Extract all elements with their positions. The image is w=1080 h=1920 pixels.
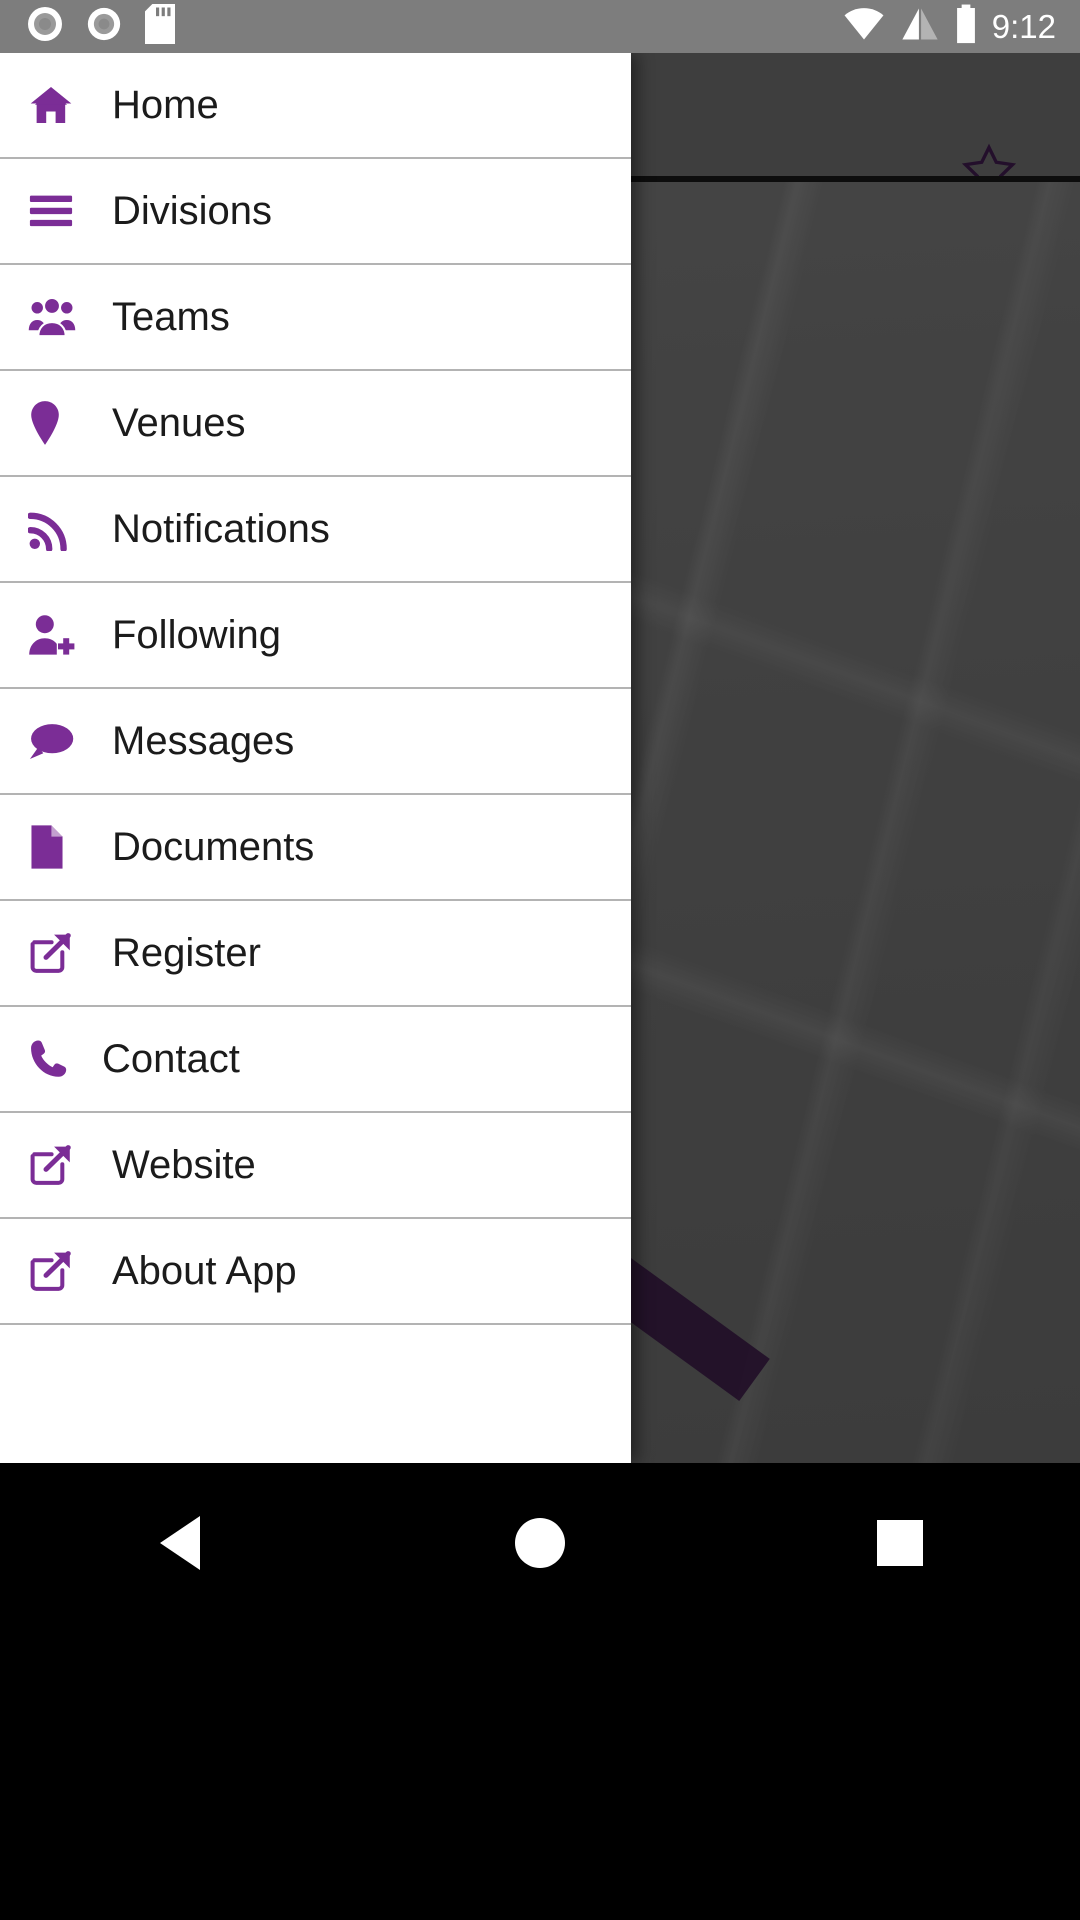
status-bar-left-icons [25,4,177,49]
drawer-item-label: Following [112,613,281,657]
external-link-icon [28,930,90,976]
wifi-icon [842,6,886,47]
drawer-item-label: Website [112,1143,256,1187]
home-circle-icon[interactable] [480,1503,600,1583]
phone-handset-icon [28,1038,90,1080]
drawer-item-divisions[interactable]: Divisions [0,159,631,265]
drawer-item-teams[interactable]: Teams [0,265,631,371]
phone-screen: 9:12 Home Divisions Teams Venues Notific… [0,0,1080,1920]
sd-card-icon [143,4,177,49]
document-page-icon [28,824,90,870]
drawer-item-label: Divisions [112,189,273,233]
drawer-item-label: Venues [112,401,246,445]
status-bar-clock: 9:12 [991,7,1056,45]
drawer-item-following[interactable]: Following [0,583,631,689]
status-bar: 9:12 [0,0,1080,53]
drawer-item-venues[interactable]: Venues [0,371,631,477]
cellular-signal-icon [900,6,940,47]
rss-feed-icon [28,507,90,551]
list-lines-icon [28,191,90,231]
external-link-icon [28,1142,90,1188]
recents-square-icon[interactable] [840,1503,960,1583]
drawer-item-about-app[interactable]: About App [0,1219,631,1325]
people-group-icon [28,295,90,339]
drawer-item-website[interactable]: Website [0,1113,631,1219]
navigation-drawer: Home Divisions Teams Venues Notification… [0,53,631,1920]
drawer-item-label: Register [112,931,261,975]
drawer-item-home[interactable]: Home [0,53,631,159]
record-circle-icon [85,5,123,48]
back-triangle-icon[interactable] [120,1503,240,1583]
drawer-item-label: Notifications [112,507,330,551]
record-circle-icon [25,4,65,49]
drawer-item-label: About App [112,1249,297,1293]
drawer-item-register[interactable]: Register [0,901,631,1007]
speech-bubble-icon [28,721,90,761]
status-bar-right-icons: 9:12 [842,4,1056,49]
home-icon [28,82,90,128]
battery-icon [954,4,978,49]
drawer-item-label: Home [112,83,219,127]
drawer-item-label: Messages [112,719,295,763]
drawer-item-messages[interactable]: Messages [0,689,631,795]
drawer-item-contact[interactable]: Contact [0,1007,631,1113]
map-pin-icon [28,400,90,446]
drawer-item-notifications[interactable]: Notifications [0,477,631,583]
external-link-icon [28,1248,90,1294]
system-navigation-bar [0,1463,1080,1920]
drawer-item-label: Teams [112,295,230,339]
user-plus-icon [28,613,90,657]
drawer-item-documents[interactable]: Documents [0,795,631,901]
drawer-item-label: Documents [112,825,315,869]
drawer-item-label: Contact [102,1037,240,1081]
